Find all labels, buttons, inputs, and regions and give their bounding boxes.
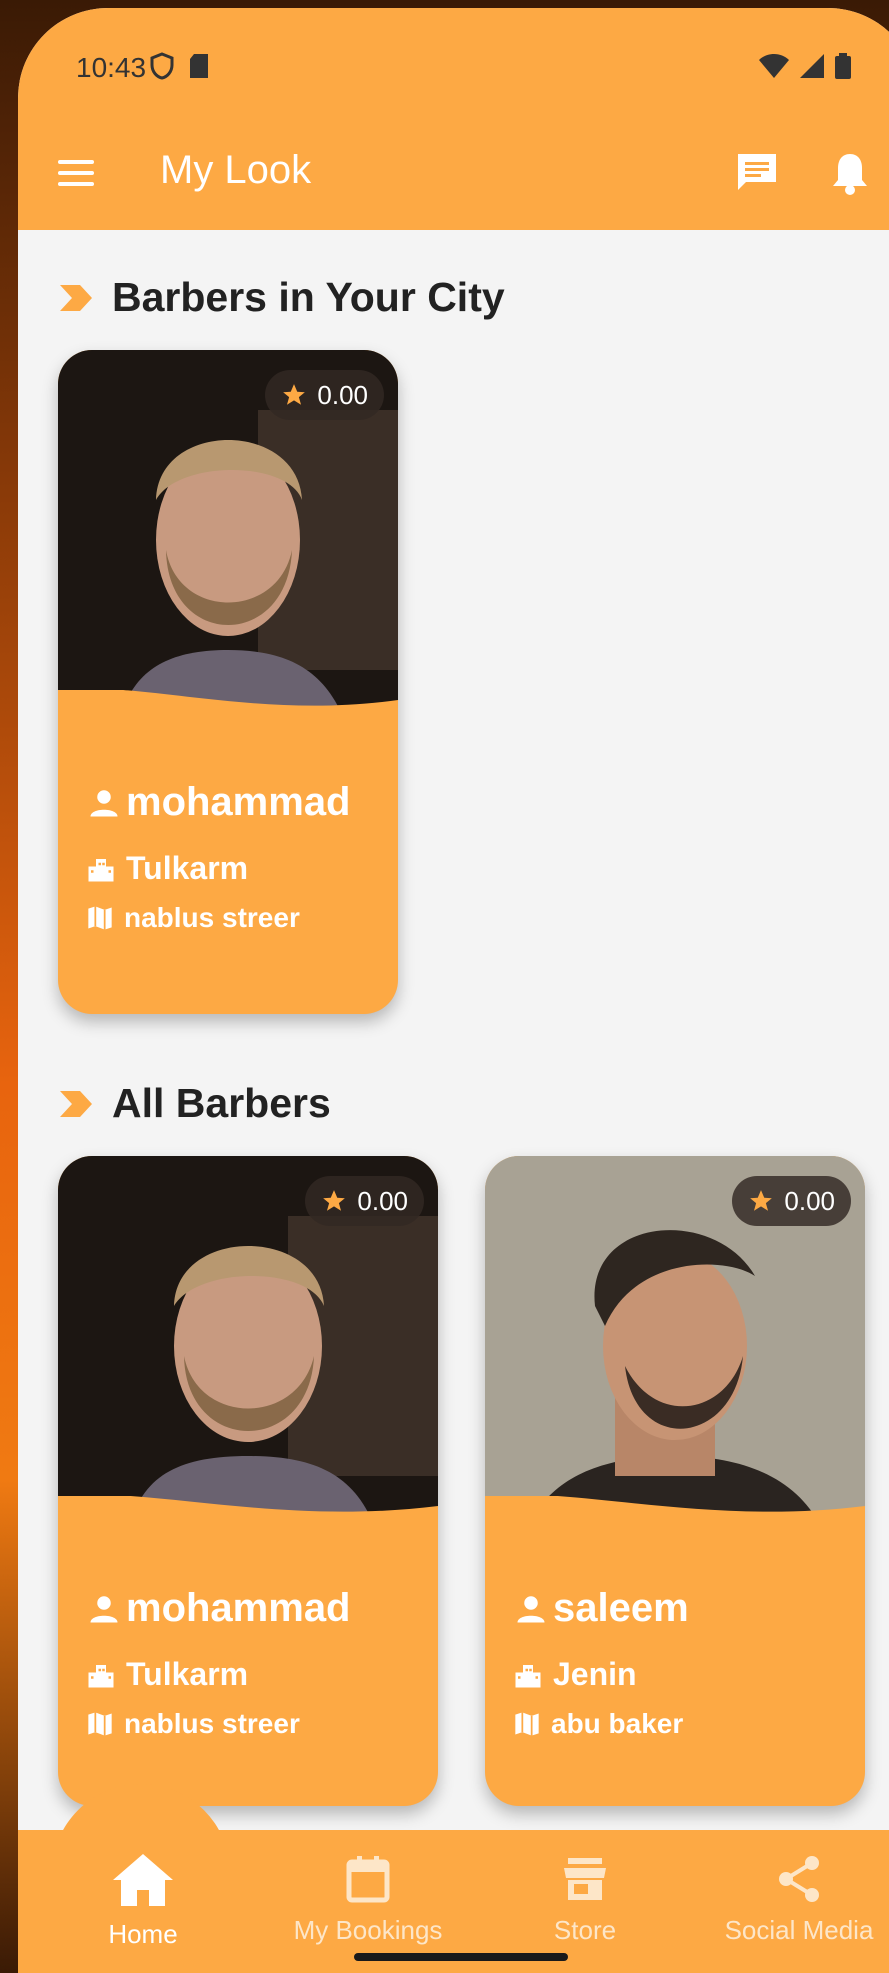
barber-street: nablus streer — [124, 1708, 300, 1739]
barber-city: Tulkarm — [126, 850, 249, 886]
barber-name-row: mohammad — [86, 1586, 351, 1631]
store-icon — [564, 1858, 606, 1900]
star-icon — [323, 1190, 346, 1211]
rating-value: 0.00 — [784, 1185, 835, 1216]
barber-city-row: Tulkarm — [86, 850, 248, 887]
nav-social[interactable]: Social Media — [704, 1854, 889, 1946]
barber-name: saleem — [553, 1586, 689, 1630]
chat-icon — [738, 154, 776, 190]
wifi-icon — [759, 54, 789, 78]
calendar-icon — [346, 1856, 390, 1903]
barber-city: Tulkarm — [126, 1656, 249, 1692]
nav-social-label: Social Media — [724, 1915, 874, 1945]
barber-city-row: Tulkarm — [86, 1656, 248, 1693]
nav-home-label: Home — [108, 1919, 178, 1949]
map-icon — [515, 1712, 539, 1736]
star-icon — [750, 1190, 773, 1211]
menu-icon — [58, 160, 94, 164]
rating-value: 0.00 — [357, 1185, 408, 1216]
barber-photo: 0.00 — [58, 350, 398, 730]
section-city-title: Barbers in Your City — [58, 274, 505, 321]
barber-city: Jenin — [553, 1656, 637, 1692]
status-icons-left — [150, 52, 210, 80]
menu-button[interactable] — [48, 148, 98, 198]
chevron-right-icon — [60, 284, 92, 311]
section-all-heading: All Barbers — [112, 1080, 331, 1126]
barber-name: mohammad — [126, 1586, 351, 1630]
barber-card[interactable]: 0.00 mohammad Tulkarm nablus streer — [58, 1156, 438, 1806]
barber-name: mohammad — [126, 780, 351, 824]
person-icon — [90, 1595, 118, 1622]
map-icon — [88, 906, 112, 930]
app-bar: My Look — [18, 118, 889, 230]
nav-bookings[interactable]: My Bookings — [268, 1854, 468, 1946]
rating-badge: 0.00 — [732, 1176, 851, 1226]
nav-home[interactable]: Home — [78, 1852, 208, 1950]
star-icon — [283, 384, 306, 405]
person-icon — [90, 789, 118, 816]
app-title: My Look — [160, 148, 312, 192]
barber-street-row: nablus streer — [86, 902, 300, 934]
barber-city-row: Jenin — [513, 1656, 637, 1693]
sd-card-icon — [190, 54, 208, 78]
map-icon — [88, 1712, 112, 1736]
signal-icon — [800, 54, 824, 78]
menu-icon-line — [58, 182, 94, 186]
nav-store[interactable]: Store — [520, 1854, 650, 1946]
barber-name-row: mohammad — [86, 780, 351, 825]
phone-screen: 10:43 My Look Barbers in Your City 0.00 … — [18, 8, 889, 1973]
battery-icon — [835, 53, 851, 79]
notifications-button[interactable] — [830, 150, 882, 202]
section-all-title: All Barbers — [58, 1080, 331, 1127]
share-icon — [779, 1856, 819, 1902]
chevron-right-icon — [60, 1090, 92, 1117]
city-icon — [88, 1664, 114, 1687]
nav-bookings-label: My Bookings — [293, 1915, 443, 1945]
rating-badge: 0.00 — [265, 370, 384, 420]
barber-card[interactable]: 0.00 mohammad Tulkarm nablus streer — [58, 350, 398, 1014]
bell-icon — [833, 154, 867, 195]
barber-street: abu baker — [551, 1708, 684, 1739]
nav-store-label: Store — [553, 1915, 617, 1945]
status-icons-right — [758, 52, 852, 80]
status-bar: 10:43 — [18, 8, 889, 118]
home-icon — [113, 1854, 173, 1906]
menu-icon-line — [58, 171, 94, 175]
barber-photo: 0.00 — [485, 1156, 865, 1536]
person-icon — [517, 1595, 545, 1622]
barber-street-row: nablus streer — [86, 1708, 300, 1740]
shield-icon — [150, 52, 174, 80]
barber-street-row: abu baker — [513, 1708, 683, 1740]
city-icon — [515, 1664, 541, 1687]
home-indicator — [354, 1953, 568, 1961]
barber-photo: 0.00 — [58, 1156, 438, 1536]
bottom-navigation: Home My Bookings Store Social Media — [18, 1830, 889, 1973]
status-time: 10:43 — [76, 52, 147, 83]
chat-button[interactable] — [734, 150, 786, 202]
barber-street: nablus streer — [124, 902, 300, 933]
city-icon — [88, 858, 114, 881]
rating-badge: 0.00 — [305, 1176, 424, 1226]
barber-card[interactable]: 0.00 saleem Jenin abu baker — [485, 1156, 865, 1806]
rating-value: 0.00 — [317, 379, 368, 410]
section-city-heading: Barbers in Your City — [112, 274, 505, 320]
barber-name-row: saleem — [513, 1586, 689, 1631]
